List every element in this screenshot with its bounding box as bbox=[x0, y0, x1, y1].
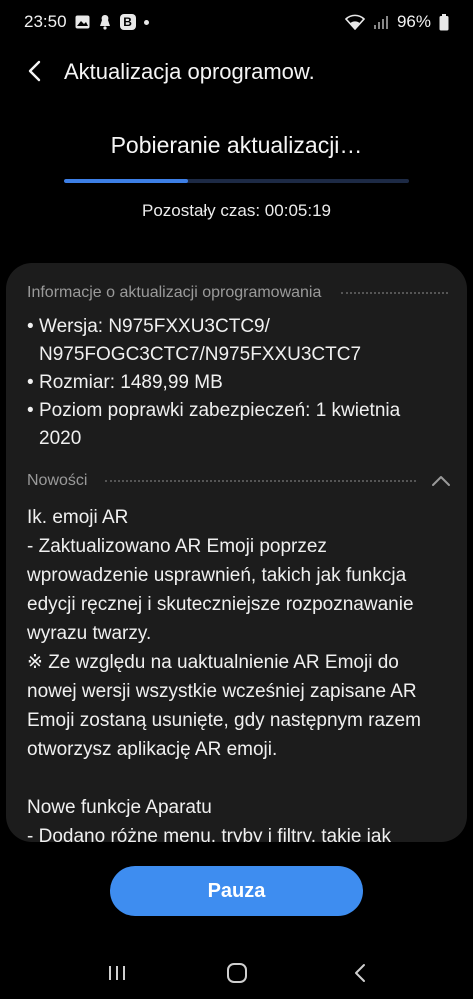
home-icon bbox=[227, 963, 247, 983]
info-item-size: • Rozmiar: 1489,99 MB bbox=[27, 369, 452, 397]
news-text: Ik. emoji AR - Zaktualizowano AR Emoji p… bbox=[27, 503, 452, 842]
home-button[interactable] bbox=[224, 960, 250, 986]
info-section-header: Informacje o aktualizacji oprogramowania bbox=[27, 281, 452, 305]
info-section-label: Informacje o aktualizacji oprogramowania bbox=[27, 284, 322, 301]
recents-button[interactable] bbox=[104, 960, 130, 986]
system-nav-bar bbox=[0, 948, 473, 998]
info-item-patch: • Poziom poprawki zabezpieczeń: 1 kwietn… bbox=[27, 397, 452, 453]
more-notifications-dot bbox=[143, 19, 149, 25]
page-title: Aktualizacja oprogramow. bbox=[64, 59, 315, 84]
pause-button[interactable]: Pauza bbox=[110, 866, 363, 916]
download-title: Pobieranie aktualizacji… bbox=[110, 132, 363, 158]
download-progress-bar bbox=[64, 179, 409, 183]
nav-back-icon bbox=[355, 964, 365, 982]
news-line: nowej wersji wszystkie wcześniej zapisan… bbox=[27, 681, 417, 702]
bullet-icon: • bbox=[27, 316, 34, 337]
notification-icon bbox=[98, 14, 112, 30]
download-progress-fill bbox=[64, 179, 189, 183]
news-line: Nowe funkcje Aparatu bbox=[27, 797, 212, 818]
news-line: - Zaktualizowano AR Emoji poprzez bbox=[27, 536, 327, 557]
info-item-version: • Wersja: N975FXXU3CTC9/ N975FOGC3CTC7/N… bbox=[27, 313, 452, 369]
news-section-header[interactable]: Nowości bbox=[27, 469, 452, 493]
chevron-up-icon[interactable] bbox=[430, 474, 452, 488]
back-button[interactable] bbox=[22, 58, 48, 84]
battery-icon bbox=[439, 13, 449, 31]
nav-back-button[interactable] bbox=[348, 960, 374, 986]
signal-icon bbox=[373, 15, 389, 29]
recents-icon bbox=[109, 966, 125, 980]
info-patch: Poziom poprawki zabezpieczeń: 1 kwietnia… bbox=[39, 397, 400, 453]
section-divider bbox=[105, 480, 416, 482]
status-bar: 23:50 B 96% bbox=[0, 0, 473, 44]
info-list: • Wersja: N975FXXU3CTC9/ N975FOGC3CTC7/N… bbox=[27, 313, 452, 453]
info-patch-line1: Poziom poprawki zabezpieczeń: 1 kwietnia bbox=[39, 400, 401, 421]
status-left: 23:50 B bbox=[24, 12, 149, 32]
news-line: ※ Ze względu na uaktualnienie AR Emoji d… bbox=[27, 652, 399, 673]
wifi-icon bbox=[344, 14, 365, 30]
news-line: wprowadzenie usprawnień, takich jak funk… bbox=[27, 565, 407, 586]
news-line: wyrazu twarzy. bbox=[27, 623, 152, 644]
info-version-line1: Wersja: N975FXXU3CTC9/ bbox=[39, 316, 270, 337]
info-version-line2: N975FOGC3CTC7/N975FXXU3CTC7 bbox=[39, 344, 362, 365]
battery-percent: 96% bbox=[396, 12, 431, 31]
news-line: otworzysz aplikację AR emoji. bbox=[27, 739, 278, 760]
time-remaining: Pozostały czas: 00:05:19 bbox=[141, 201, 331, 220]
news-section-label: Nowości bbox=[27, 472, 88, 489]
bullet-icon: • bbox=[27, 372, 34, 393]
b-app-icon: B bbox=[119, 14, 136, 30]
update-info-content: Informacje o aktualizacji oprogramowania… bbox=[27, 281, 452, 842]
bullet-icon: • bbox=[27, 400, 34, 421]
status-right: 96% bbox=[344, 12, 449, 32]
news-line: edycji ręcznej i skuteczniejsze rozpozna… bbox=[27, 594, 414, 615]
status-time: 23:50 bbox=[24, 12, 67, 31]
info-patch-line2: 2020 bbox=[39, 428, 82, 449]
info-size: Rozmiar: 1489,99 MB bbox=[39, 372, 223, 393]
news-line: Emoji zostaną usunięte, gdy następnym ra… bbox=[27, 710, 421, 731]
info-version: Wersja: N975FXXU3CTC9/ N975FOGC3CTC7/N97… bbox=[39, 313, 361, 369]
news-line: Ik. emoji AR bbox=[27, 507, 129, 528]
app-header: Aktualizacja oprogramow. bbox=[0, 48, 473, 96]
gallery-icon bbox=[75, 15, 90, 29]
section-divider bbox=[341, 292, 448, 294]
back-arrow-icon bbox=[28, 60, 41, 82]
news-line: - Dodano różne menu, tryby i filtry, tak… bbox=[27, 826, 391, 842]
update-info-card[interactable]: Informacje o aktualizacji oprogramowania… bbox=[6, 263, 467, 842]
